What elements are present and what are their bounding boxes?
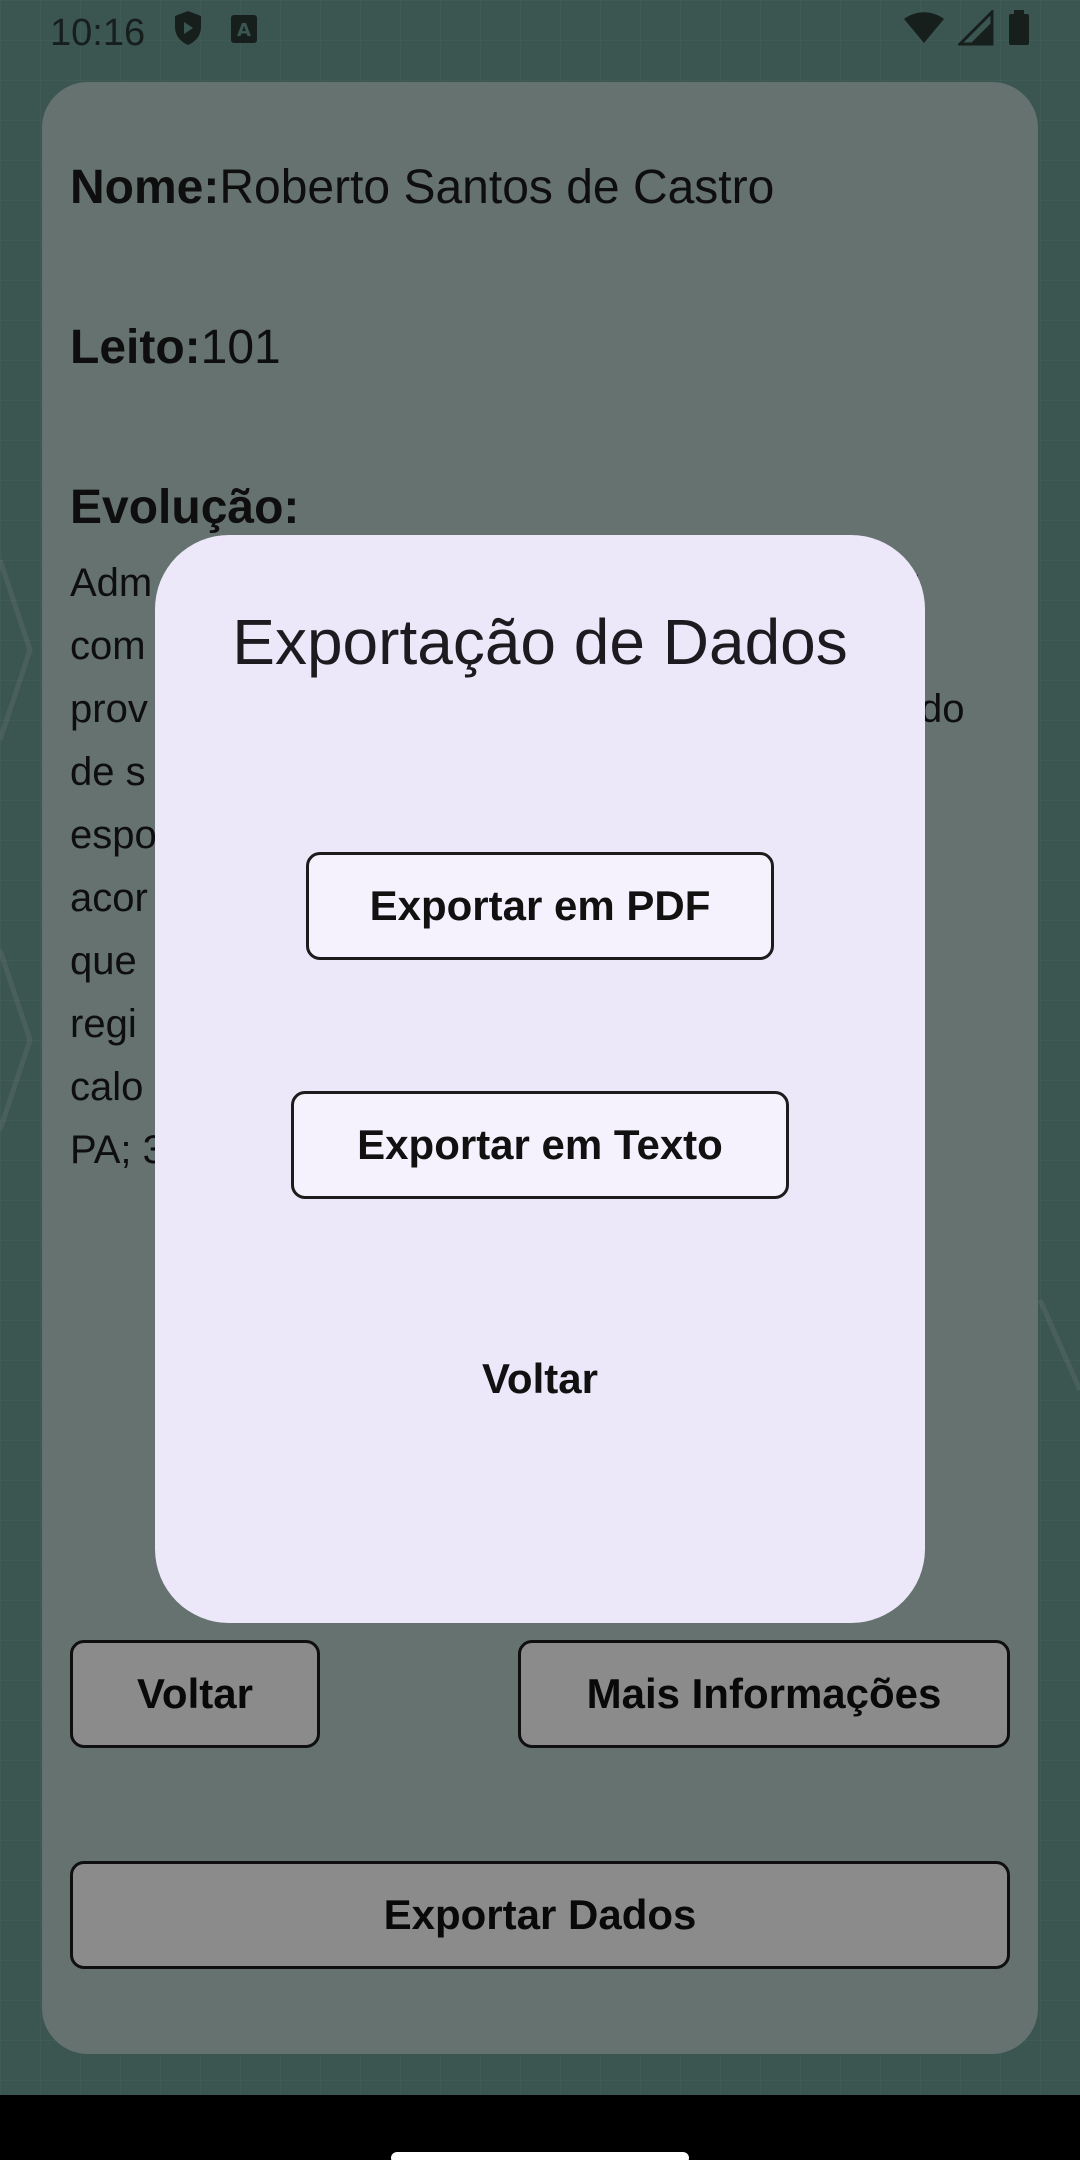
dialog-back-button[interactable]: Voltar [155,1355,925,1403]
dialog-title: Exportação de Dados [232,606,848,678]
export-dialog: Exportação de Dados Exportar em PDF Expo… [155,535,925,1623]
export-pdf-button[interactable]: Exportar em PDF [306,852,774,960]
home-gesture-handle[interactable] [391,2152,689,2160]
export-text-button[interactable]: Exportar em Texto [291,1091,789,1199]
navigation-bar [0,2095,1080,2160]
